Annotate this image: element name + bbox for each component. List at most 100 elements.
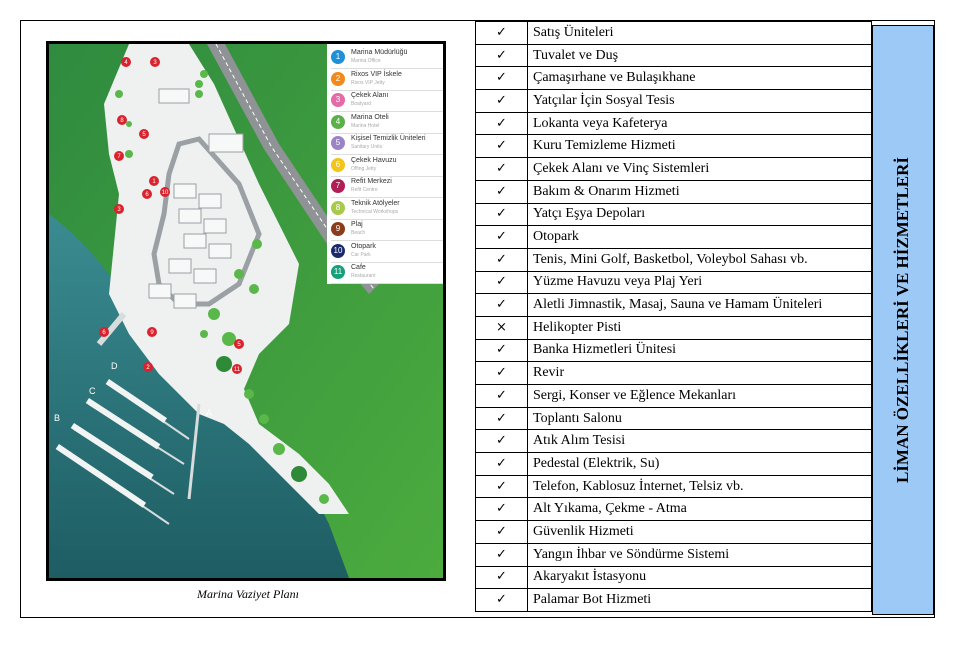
service-label: Helikopter Pisti [527, 315, 872, 340]
legend-badge: 4 [331, 114, 345, 129]
legend-badge: 2 [331, 71, 345, 86]
service-row: ✓ Yatçılar İçin Sosyal Tesis [475, 89, 872, 113]
service-row: ✓ Telefon, Kablosuz İnternet, Telsiz vb. [475, 474, 872, 499]
services-table: ✓ Satış Üniteleri ✓ Tuvalet ve Duş ✓ Çamaşırh… [475, 21, 872, 612]
service-label: Pedestal (Elektrik, Su) [527, 452, 872, 476]
check-icon: ✓ [475, 542, 528, 567]
map-marker[interactable]: 6 [142, 189, 152, 199]
map-marker[interactable]: 1 [149, 176, 159, 186]
service-row: ✓ Yangın İhbar ve Söndürme Sistemi [475, 542, 872, 567]
legend-item: 8 Teknik Atölyeler Technical Workshops [331, 199, 443, 220]
check-icon: ✓ [475, 565, 528, 590]
service-row: ✓ Çekek Alanı ve Vinç Sistemleri [475, 157, 872, 181]
map-marker[interactable]: 2 [143, 362, 153, 372]
check-icon: ✓ [475, 406, 528, 431]
service-label: Kuru Temizleme Hizmeti [527, 134, 872, 159]
check-icon: ✓ [475, 520, 528, 544]
service-row: ✓ Sergi, Konser ve Eğlence Mekanları [475, 384, 872, 408]
check-icon: ✓ [475, 247, 528, 272]
service-label: Banka Hizmetleri Ünitesi [527, 338, 872, 363]
legend-badge: 11 [331, 265, 345, 279]
legend-badge: 9 [331, 222, 345, 236]
legend-item: 6 Çekek Havuzu Offing Jetty [331, 156, 443, 177]
pier-label-b: B [54, 413, 60, 423]
legend-name: Refit Merkezi [351, 178, 392, 185]
legend-item: 9 Plaj Beach [331, 220, 443, 241]
check-icon: ✓ [475, 202, 528, 227]
check-icon: ✓ [475, 293, 528, 317]
map-marker[interactable]: 5 [234, 339, 244, 349]
map-marker[interactable]: 6 [99, 327, 109, 337]
check-icon: ✓ [475, 89, 528, 113]
service-row: ✓ Yüzme Havuzu veya Plaj Yeri [475, 270, 872, 295]
pier-label-c: C [89, 386, 96, 396]
map-marker[interactable]: 5 [139, 129, 149, 139]
service-label: Akaryakıt İstasyonu [527, 565, 872, 590]
service-row: ✓ Atık Alım Tesisi [475, 429, 872, 454]
service-label: Sergi, Konser ve Eğlence Mekanları [527, 384, 872, 408]
legend-name: Kişisel Temizlik Üniteleri [351, 135, 426, 142]
legend-name: Marina Oteli [351, 113, 389, 121]
service-row: ✓ Otopark [475, 225, 872, 249]
legend-name: Cafe [351, 264, 366, 271]
check-icon: ✓ [475, 43, 528, 68]
services-title: LİMAN ÖZELLİKLERİ VE HİZMETLERİ [893, 156, 912, 484]
check-icon: ✓ [475, 429, 528, 454]
service-label: Yatçı Eşya Depoları [527, 202, 872, 227]
service-row: ✓ Aletli Jimnastik, Masaj, Sauna ve Hamam… [475, 293, 872, 317]
map-marker[interactable]: 3 [150, 57, 160, 67]
service-row: ✓ Pedestal (Elektrik, Su) [475, 452, 872, 476]
check-icon: ✓ [475, 111, 528, 136]
pier-label-d: D [111, 361, 118, 371]
legend-subtitle: Boatyard [351, 101, 372, 107]
map-marker[interactable]: 8 [117, 115, 127, 125]
services-side-title: LİMAN ÖZELLİKLERİ VE HİZMETLERİ [872, 25, 934, 615]
svg-text:10: 10 [162, 190, 169, 196]
service-row: ✓ Kuru Temizleme Hizmeti [475, 134, 872, 159]
map-marker[interactable]: 11 [232, 364, 242, 374]
legend-item: 4 Marina Oteli Marina Hotel [331, 113, 443, 134]
map-marker[interactable]: 7 [114, 151, 124, 161]
service-label: Bakım & Onarım Hizmeti [527, 179, 872, 204]
marina-site-plan: A B C D 4 3 8 5 7 1 10 6 3 6 9 2 5 11 1 … [46, 41, 446, 581]
services-table-wrap: ✓ Satış Üniteleri ✓ Tuvalet ve Duş ✓ Çamaşırh… [475, 21, 872, 619]
legend-name: Çekek Alanı [351, 92, 389, 99]
svg-text:11: 11 [234, 367, 241, 373]
map-marker[interactable]: 9 [147, 327, 157, 337]
legend-item: 7 Refit Merkezi Refit Centre [331, 177, 443, 198]
service-label: Lokanta veya Kafeterya [527, 111, 872, 136]
service-row: ✓ Satış Üniteleri [475, 21, 872, 45]
legend-subtitle: Car Park [351, 251, 371, 258]
legend-badge: 10 [331, 243, 345, 258]
check-icon: ✓ [475, 21, 528, 45]
map-marker[interactable]: 3 [114, 204, 124, 214]
legend-subtitle: Marina Office [351, 58, 381, 64]
legend-item: 1 Marina Müdürlüğü Marina Office [331, 48, 443, 69]
check-icon: ✓ [475, 497, 528, 522]
content-frame: A B C D 4 3 8 5 7 1 10 6 3 6 9 2 5 11 1 … [20, 20, 935, 618]
service-label: Güvenlik Hizmeti [527, 520, 872, 544]
map-area: A B C D 4 3 8 5 7 1 10 6 3 6 9 2 5 11 1 … [21, 21, 475, 619]
legend-name: Plaj [351, 221, 363, 228]
map-legend: 1 Marina Müdürlüğü Marina Office 2 Rixos VIP… [327, 44, 443, 284]
service-label: Çamaşırhane ve Bulaşıkhane [527, 66, 872, 91]
service-row: ✓ Yatçı Eşya Depoları [475, 202, 872, 227]
service-row: ✓ Akaryakıt İstasyonu [475, 565, 872, 590]
legend-subtitle: Beach [351, 230, 366, 236]
service-row: ✓ Palamar Bot Hizmeti [475, 588, 872, 612]
map-marker[interactable]: 4 [121, 57, 131, 67]
legend-subtitle: Restaurant [351, 273, 376, 279]
check-icon: ✓ [475, 588, 528, 612]
service-row: × Helikopter Pisti [475, 315, 872, 340]
pier-label-a: A [206, 408, 212, 418]
legend-name: Marina Müdürlüğü [351, 49, 408, 56]
legend-badge: 8 [331, 200, 345, 215]
map-marker[interactable]: 10 [160, 187, 170, 197]
service-row: ✓ Toplantı Salonu [475, 406, 872, 431]
service-row: ✓ Güvenlik Hizmeti [475, 520, 872, 544]
check-icon: ✓ [475, 270, 528, 295]
service-label: Yatçılar İçin Sosyal Tesis [527, 89, 872, 113]
service-label: Satış Üniteleri [527, 21, 872, 45]
service-label: Yüzme Havuzu veya Plaj Yeri [527, 270, 872, 295]
service-row: ✓ Lokanta veya Kafeterya [475, 111, 872, 136]
